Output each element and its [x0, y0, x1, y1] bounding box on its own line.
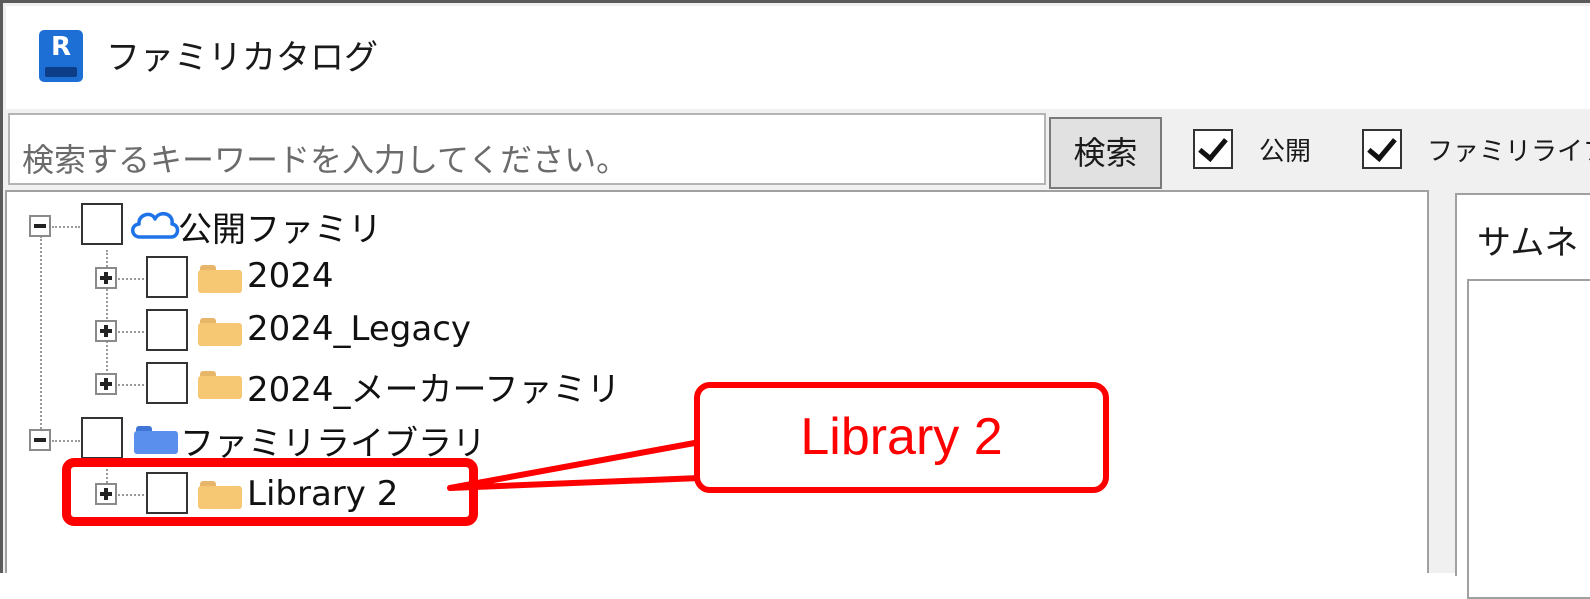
callout-label: Library 2	[694, 382, 1109, 493]
